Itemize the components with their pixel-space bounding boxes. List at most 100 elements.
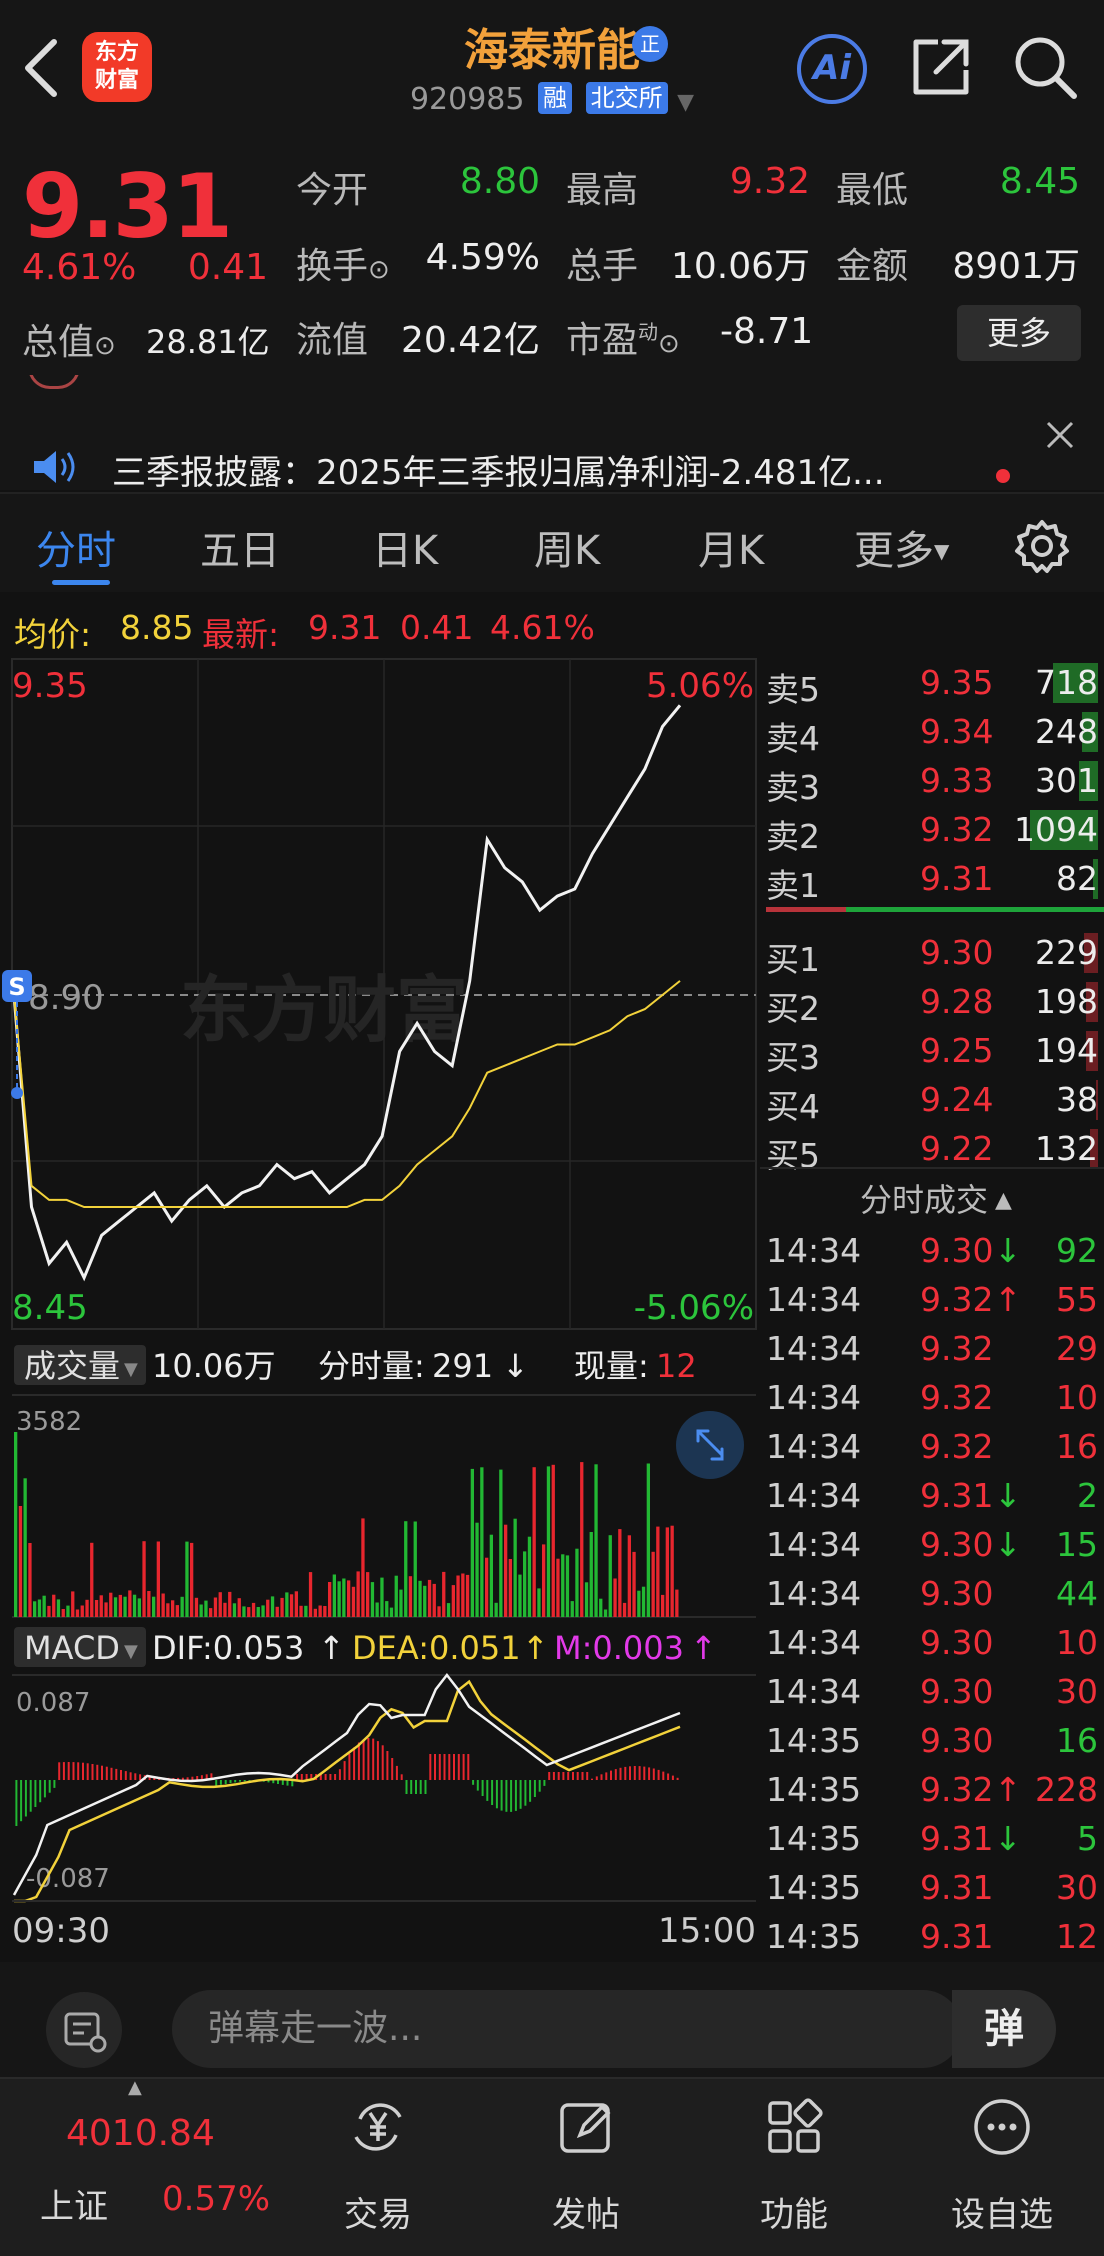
- level-label: 卖4: [766, 719, 820, 758]
- info-icon: ⊙: [658, 329, 680, 359]
- tick-row: 14:34 9.30 44: [760, 1570, 1104, 1618]
- volume-bar: [646, 1463, 650, 1617]
- bid-level[interactable]: 买2 9.28 198: [760, 978, 1104, 1028]
- pe-label[interactable]: 市盈动⊙: [566, 311, 680, 363]
- volume-bar: [237, 1598, 241, 1617]
- volume-bar: [94, 1600, 99, 1617]
- ai-button[interactable]: Ai: [797, 34, 867, 104]
- volume-bar: [161, 1593, 165, 1617]
- volume-bar: [156, 1541, 160, 1617]
- volume-bar: [437, 1606, 441, 1617]
- volume-bar: [399, 1589, 403, 1617]
- amount-label: 金额: [836, 246, 909, 287]
- bid-level[interactable]: 买3 9.25 194: [760, 1027, 1104, 1077]
- volume-bar: [66, 1605, 70, 1617]
- index-ticker[interactable]: ▲ 4010.84 上证 0.57%: [0, 2077, 276, 2256]
- level-quantity: 38: [1056, 1080, 1098, 1119]
- market-cap-label[interactable]: 总值⊙: [22, 313, 116, 365]
- bid-level[interactable]: 买5 9.22 132: [760, 1125, 1104, 1175]
- tab-daily-k[interactable]: 日K: [372, 518, 438, 576]
- tick-price: 9.32: [920, 1329, 994, 1368]
- high-label: 最高: [566, 170, 639, 211]
- tick-quantity: 16: [1056, 1721, 1098, 1760]
- ticks-title[interactable]: 分时成交 ▲: [860, 1175, 1012, 1221]
- tab-monthly-k[interactable]: 月K: [698, 518, 764, 576]
- tick-row: 14:34 9.32 16: [760, 1423, 1104, 1471]
- nav-trade[interactable]: 交易: [298, 2079, 458, 2256]
- tick-quantity: 30: [1056, 1672, 1098, 1711]
- danmu-toggle-button[interactable]: 弹: [952, 1990, 1056, 2068]
- volume-bar: [289, 1594, 294, 1617]
- share-icon[interactable]: [910, 36, 972, 98]
- tab-five-day[interactable]: 五日: [200, 518, 280, 576]
- volume-bars: [14, 1432, 679, 1618]
- volume-bar: [461, 1573, 465, 1617]
- level-label: 买2: [766, 989, 820, 1028]
- ask-level[interactable]: 卖4 9.34 248: [760, 708, 1104, 758]
- tick-time: 14:35: [766, 1770, 862, 1809]
- news-text[interactable]: 三季报披露：2025年三季报归属净利润-2.481亿...: [112, 445, 885, 490]
- volume-bar: [80, 1605, 84, 1617]
- tick-time: 14:34: [766, 1525, 862, 1564]
- ask-level[interactable]: 卖3 9.33 301: [760, 757, 1104, 807]
- volume-bar: [85, 1599, 89, 1617]
- news-ticker[interactable]: 三季报披露：2025年三季报归属净利润-2.481亿...: [0, 375, 1104, 490]
- tab-more[interactable]: 更多▼: [854, 518, 949, 576]
- tick-price: 9.32: [920, 1427, 994, 1466]
- volume-bar: [627, 1535, 631, 1617]
- avg-price-value: 8.85: [120, 608, 194, 647]
- volume-bar: [451, 1585, 455, 1617]
- tick-time: 14:34: [766, 1672, 862, 1711]
- macd-label: MACD: [24, 1629, 120, 1667]
- gear-icon[interactable]: [1014, 518, 1070, 574]
- nav-functions[interactable]: 功能: [714, 2079, 874, 2256]
- market-cap-value: 28.81亿: [146, 323, 270, 361]
- volume-bar: [475, 1522, 479, 1617]
- search-icon[interactable]: [1012, 34, 1078, 100]
- volume-bar: [603, 1609, 608, 1617]
- volume-bar: [37, 1599, 42, 1617]
- volume-bar: [14, 1432, 18, 1617]
- volume-bar: [313, 1608, 317, 1617]
- nav-watchlist[interactable]: 设自选: [922, 2079, 1082, 2256]
- bid-level[interactable]: 买4 9.24 38: [760, 1076, 1104, 1126]
- level-price: 9.30: [920, 933, 994, 972]
- volume-bar: [575, 1548, 579, 1617]
- tick-price: 9.30: [920, 1574, 994, 1613]
- turnover-label[interactable]: 换手⊙: [296, 237, 390, 289]
- level-label: 卖1: [766, 866, 820, 905]
- comment-settings-button[interactable]: [46, 1992, 122, 2068]
- tick-price: 9.30: [920, 1525, 994, 1564]
- ask-level[interactable]: 卖2 9.32 1094: [760, 806, 1104, 856]
- ask-level[interactable]: 卖5 9.35 718: [760, 659, 1104, 709]
- intraday-chart[interactable]: 东方财富 9.35 8.90 8.45 5.06% -5.06% S 成交量 ▼…: [0, 655, 760, 1955]
- caret-up-icon: ▲: [988, 1188, 1012, 1213]
- volume-bar: [118, 1594, 122, 1617]
- volume-bar: [413, 1521, 417, 1617]
- volume-bar: [370, 1582, 375, 1617]
- volume-bar: [442, 1571, 446, 1617]
- volume-bar: [380, 1577, 384, 1617]
- tick-row: 14:34 9.30 ↓ 92: [760, 1227, 1104, 1275]
- ask-level[interactable]: 卖1 9.31 82: [760, 855, 1104, 905]
- volume-bar: [342, 1578, 346, 1617]
- tab-intraday[interactable]: 分时: [36, 518, 116, 576]
- arrow-up-icon: ↑: [522, 1629, 549, 1667]
- danmu-input[interactable]: 弹幕走一波...: [172, 1990, 962, 2068]
- volume-bar: [470, 1468, 474, 1617]
- tick-price: 9.32: [920, 1280, 994, 1319]
- high-value: 9.32: [729, 161, 810, 202]
- price-summary-line: 均价: 8.85 最新: 9.31 0.41 4.61%: [0, 600, 760, 654]
- close-icon[interactable]: [1044, 419, 1076, 451]
- tab-weekly-k[interactable]: 周K: [534, 518, 600, 576]
- more-quote-button[interactable]: 更多: [957, 305, 1081, 361]
- tick-quantity: 228: [1035, 1770, 1098, 1809]
- volume-bar: [280, 1597, 284, 1617]
- volume-bar: [565, 1555, 570, 1617]
- volume-label: 成交量: [24, 1347, 120, 1385]
- bid-level[interactable]: 买1 9.30 229: [760, 929, 1104, 979]
- nav-post[interactable]: 发帖: [506, 2079, 666, 2256]
- tick-time: 14:35: [766, 1721, 862, 1760]
- pct-axis-top-label: 5.06%: [646, 666, 754, 706]
- volume-bar: [561, 1554, 565, 1617]
